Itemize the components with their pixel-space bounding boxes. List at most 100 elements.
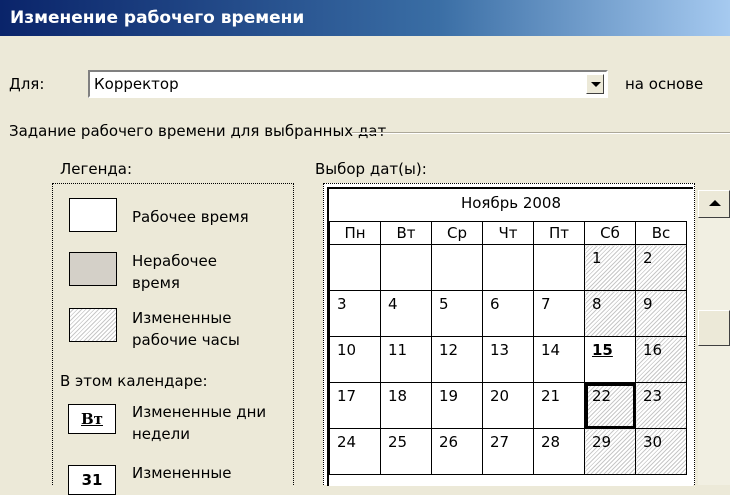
day-number: 20 (490, 387, 510, 405)
day-number: 8 (592, 295, 602, 313)
in-calendar-label: В этом календаре: (60, 372, 208, 390)
scrollbar-thumb[interactable] (698, 310, 730, 346)
day-cell[interactable]: 13 (482, 336, 534, 383)
day-cell[interactable]: 23 (635, 382, 687, 429)
calendar-grid-frame: Ноябрь 2008 Пн Вт Ср Чт Пт Сб Вс 1 2 3 4… (327, 187, 693, 486)
day-number: 5 (439, 295, 449, 313)
weekday-header: Пт (533, 221, 585, 245)
day-cell[interactable]: 14 (533, 336, 585, 383)
day-cell[interactable]: 12 (431, 336, 483, 383)
day-cell[interactable]: 3 (329, 290, 381, 337)
weekday-header: Ср (431, 221, 483, 245)
week-row: 1 2 (329, 244, 687, 291)
day-number: 11 (388, 341, 408, 359)
weekday-header: Вт (380, 221, 432, 245)
legend-title: Легенда: (60, 160, 133, 178)
day-cell[interactable]: 21 (533, 382, 585, 429)
day-cell[interactable] (329, 244, 381, 291)
working-time-label: Рабочее время (132, 208, 249, 226)
day-number: 16 (643, 341, 663, 359)
week-row: 3 4 5 6 7 8 9 (329, 290, 687, 337)
title-bar[interactable]: Изменение рабочего времени (0, 0, 730, 36)
day-cell[interactable]: 24 (329, 428, 381, 475)
day-cell[interactable] (431, 244, 483, 291)
day-cell[interactable] (482, 244, 534, 291)
day-cell[interactable]: 4 (380, 290, 432, 337)
group-divider (352, 132, 730, 134)
day-number: 14 (541, 341, 561, 359)
day-cell[interactable]: 6 (482, 290, 534, 337)
day-number: 10 (337, 341, 357, 359)
day-cell[interactable]: 2 (635, 244, 687, 291)
arrow-up-icon[interactable] (698, 190, 730, 218)
chevron-down-icon[interactable] (586, 74, 604, 94)
week-row: 10 11 12 13 14 15 16 (329, 336, 687, 383)
weekday-header-row: Пн Вт Ср Чт Пт Сб Вс (329, 221, 687, 245)
calendar-grid: Пн Вт Ср Чт Пт Сб Вс 1 2 3 4 5 6 7 8 9 1… (329, 221, 687, 475)
day-number: 21 (541, 387, 561, 405)
calendar-panel: Ноябрь 2008 Пн Вт Ср Чт Пт Сб Вс 1 2 3 4… (323, 183, 695, 486)
day-cell-today[interactable]: 15 (584, 336, 636, 383)
day-cell[interactable]: 11 (380, 336, 432, 383)
day-cell[interactable]: 17 (329, 382, 381, 429)
day-number: 23 (643, 387, 663, 405)
for-label: Для: (9, 75, 45, 93)
weekday-header: Сб (584, 221, 636, 245)
changed-dates-label: Измененные (132, 464, 232, 482)
day-number: 13 (490, 341, 510, 359)
day-cell[interactable] (380, 244, 432, 291)
day-number: 22 (592, 387, 612, 405)
day-cell[interactable]: 7 (533, 290, 585, 337)
day-cell[interactable]: 9 (635, 290, 687, 337)
weekday-header: Вс (635, 221, 687, 245)
week-row: 17 18 19 20 21 22 23 (329, 382, 687, 429)
nonworking-time-swatch (69, 252, 117, 286)
changed-hours-label: Измененные рабочие часы (132, 309, 240, 349)
day-number: 19 (439, 387, 459, 405)
day-number: 30 (643, 433, 663, 451)
changed-days-icon: Вт (68, 404, 116, 434)
day-number: 26 (439, 433, 459, 451)
day-cell[interactable]: 1 (584, 244, 636, 291)
day-cell[interactable]: 19 (431, 382, 483, 429)
basis-label: на основе (625, 75, 704, 93)
weekday-header: Чт (482, 221, 534, 245)
day-number: 2 (643, 249, 653, 267)
day-cell[interactable]: 10 (329, 336, 381, 383)
day-cell[interactable]: 5 (431, 290, 483, 337)
week-row: 24 25 26 27 28 29 30 (329, 428, 687, 475)
changed-dates-icon: 31 (68, 465, 116, 495)
day-cell[interactable] (533, 244, 585, 291)
nonworking-time-label: Нерабочее время (132, 252, 217, 292)
day-number: 7 (541, 295, 551, 313)
day-number: 15 (592, 341, 613, 359)
window-title: Изменение рабочего времени (10, 8, 305, 28)
day-cell[interactable]: 18 (380, 382, 432, 429)
working-time-swatch (69, 198, 117, 232)
day-number: 12 (439, 341, 459, 359)
calendar-select[interactable]: Корректор (88, 70, 608, 98)
day-cell[interactable]: 29 (584, 428, 636, 475)
day-number: 28 (541, 433, 561, 451)
day-number: 9 (643, 295, 653, 313)
day-number: 1 (592, 249, 602, 267)
day-cell[interactable]: 25 (380, 428, 432, 475)
day-cell[interactable]: 16 (635, 336, 687, 383)
day-number: 17 (337, 387, 357, 405)
day-cell[interactable]: 20 (482, 382, 534, 429)
weekday-header: Пн (329, 221, 381, 245)
day-cell-selected[interactable]: 22 (584, 382, 636, 429)
group-title: Задание рабочего времени для выбранных д… (9, 122, 387, 140)
day-number: 18 (388, 387, 408, 405)
day-number: 25 (388, 433, 408, 451)
changed-hours-swatch (69, 308, 117, 342)
day-cell[interactable]: 26 (431, 428, 483, 475)
calendar-select-value: Корректор (94, 75, 179, 93)
day-cell[interactable]: 27 (482, 428, 534, 475)
day-cell[interactable]: 30 (635, 428, 687, 475)
day-cell[interactable]: 28 (533, 428, 585, 475)
calendar-scrollbar[interactable] (698, 190, 730, 485)
day-cell[interactable]: 8 (584, 290, 636, 337)
day-number: 6 (490, 295, 500, 313)
select-dates-label: Выбор дат(ы): (315, 160, 427, 178)
